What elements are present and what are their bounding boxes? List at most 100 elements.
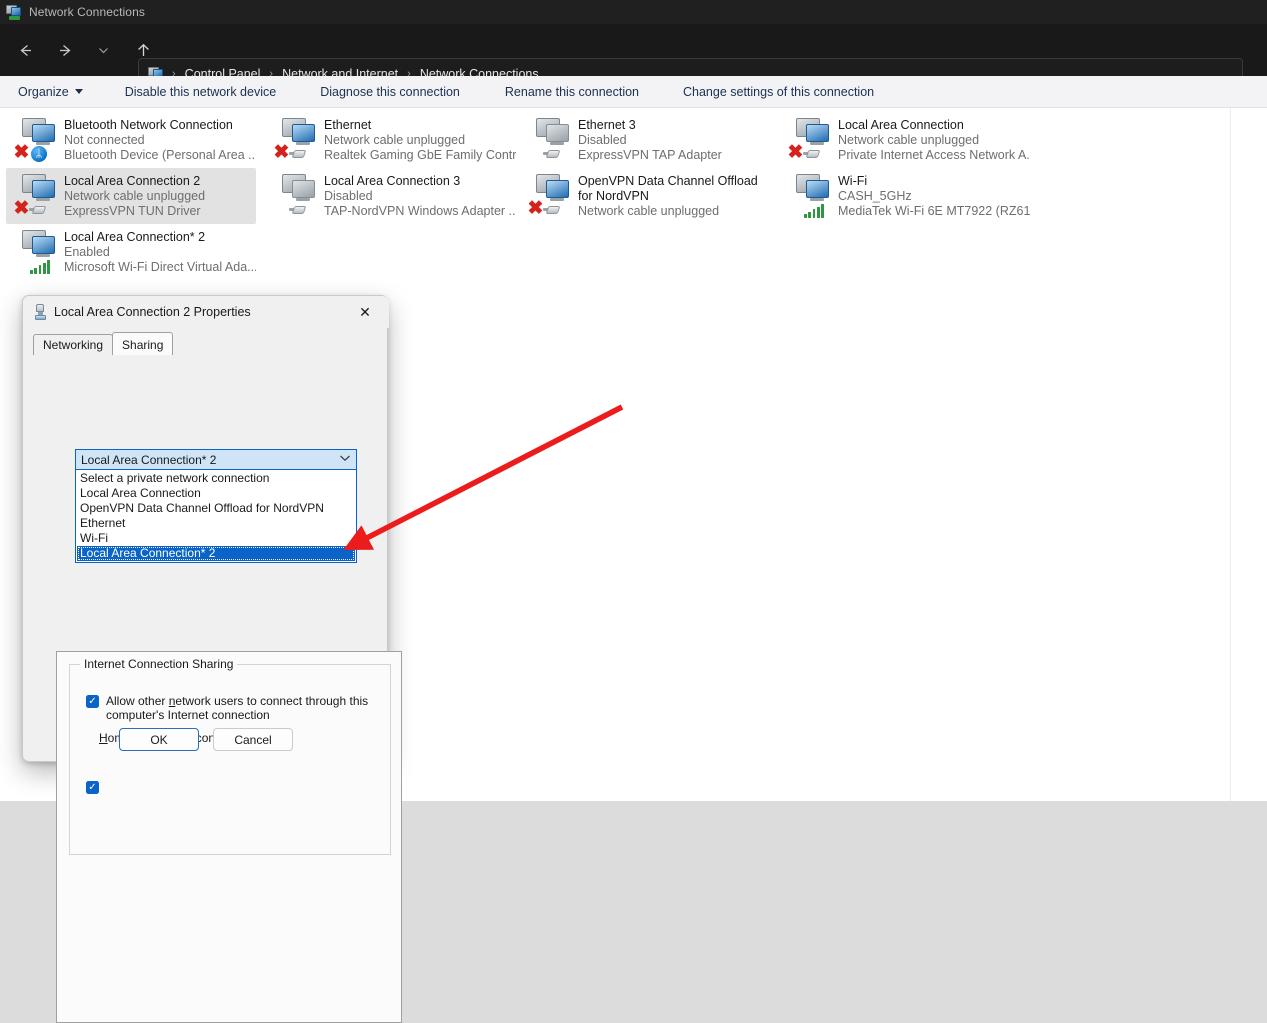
connection-device: ExpressVPN TAP Adapter: [578, 148, 722, 162]
connection-text: Ethernet Network cable unplugged Realtek G…: [324, 116, 516, 163]
tab-sharing[interactable]: Sharing: [112, 332, 174, 355]
chevron-down-icon[interactable]: [334, 454, 356, 465]
connection-name: Ethernet 3: [578, 118, 636, 132]
monitor-pair-icon: ✖: [526, 172, 578, 220]
caret-down-icon: [74, 89, 83, 94]
monitor-pair-icon: [786, 172, 838, 220]
rename-connection-button[interactable]: Rename this connection: [495, 81, 649, 103]
error-x-icon: ✖: [273, 142, 290, 163]
dialog-tabs: Networking Sharing: [33, 332, 174, 355]
connection-device: TAP-NordVPN Windows Adapter ...: [324, 204, 516, 218]
connection-text: Local Area Connection 3 Disabled TAP-NordV…: [324, 172, 516, 219]
connection-device: MediaTek Wi-Fi 6E MT7922 (RZ61...: [838, 204, 1030, 218]
dropdown-option[interactable]: Local Area Connection: [77, 486, 355, 501]
allow-other-users-checkbox[interactable]: ✓: [86, 695, 99, 708]
list-divider: [1230, 108, 1231, 801]
connection-device: Bluetooth Device (Personal Area ...: [64, 148, 256, 162]
connection-device: Microsoft Wi-Fi Direct Virtual Ada...: [64, 260, 256, 274]
command-toolbar: Organize Disable this network device Dia…: [0, 76, 1267, 108]
connection-item[interactable]: Wi-Fi CASH_5GHz MediaTek Wi-Fi 6E MT7922 (…: [780, 168, 1030, 224]
error-x-icon: ✖: [13, 198, 30, 219]
address-bar: › Control Panel › Network and Internet ›…: [0, 24, 1267, 90]
error-x-icon: ✖: [527, 198, 544, 219]
monitor-pair-icon: [12, 228, 64, 276]
connection-item[interactable]: Local Area Connection 3 Disabled TAP-NordV…: [266, 168, 516, 224]
monitor-pair-icon: ✖: [272, 116, 324, 164]
dropdown-option[interactable]: Wi-Fi: [77, 531, 355, 546]
secondary-checkbox[interactable]: ✓: [86, 781, 99, 794]
dropdown-option[interactable]: Ethernet: [77, 516, 355, 531]
connection-name: OpenVPN Data Channel Offload for NordVPN: [578, 174, 758, 203]
cancel-button[interactable]: Cancel: [213, 728, 293, 751]
ok-button[interactable]: OK: [119, 728, 199, 751]
combobox-value: Local Area Connection* 2: [81, 452, 217, 467]
connection-name: Local Area Connection 2: [64, 174, 201, 188]
monitor-pair-icon: ✖ ᛦ: [12, 116, 64, 164]
combobox-dropdown-list[interactable]: Select a private network connection Local…: [75, 470, 357, 563]
allow-other-users-label: Allow other network users to connect thr…: [106, 694, 369, 722]
tab-networking[interactable]: Networking: [33, 334, 114, 355]
connection-device: Private Internet Access Network A...: [838, 148, 1030, 162]
connection-name: Wi-Fi: [838, 174, 868, 188]
network-cable-icon: [543, 205, 563, 217]
network-cable-icon: [29, 205, 49, 217]
connection-text: Local Area Connection Network cable unplu…: [838, 116, 1030, 163]
dropdown-option[interactable]: Select a private network connection: [77, 471, 355, 486]
change-settings-button[interactable]: Change settings of this connection: [673, 81, 884, 103]
disable-network-device-button[interactable]: Disable this network device: [115, 81, 286, 103]
monitor-pair-icon: [272, 172, 324, 220]
monitor-pair-icon: ✖: [12, 172, 64, 220]
connection-item[interactable]: ✖ Ethernet Network cable unplugged Realtek …: [266, 112, 516, 168]
connection-device: Realtek Gaming GbE Family Contr...: [324, 148, 516, 162]
monitor-pair-icon: ✖: [786, 116, 838, 164]
connection-text: OpenVPN Data Channel Offload for NordVPN…: [578, 172, 770, 219]
connection-item[interactable]: ✖ Local Area Connection 2 Network cable un…: [6, 168, 256, 224]
connection-name: Bluetooth Network Connection: [64, 118, 233, 132]
secondary-checkbox-row[interactable]: ✓: [86, 780, 99, 794]
connection-item[interactable]: Ethernet 3 Disabled ExpressVPN TAP Adapter: [520, 112, 770, 168]
network-cable-icon: [803, 149, 823, 161]
connection-status: Network cable unplugged: [838, 133, 980, 147]
window-title-bar: Network Connections: [0, 0, 1267, 24]
close-icon[interactable]: ✕: [343, 296, 387, 328]
dialog-title-bar: Local Area Connection 2 Properties: [23, 296, 389, 328]
organize-label: Organize: [18, 84, 69, 99]
connection-status: Network cable unplugged: [578, 204, 720, 218]
dropdown-option[interactable]: OpenVPN Data Channel Offload for NordVPN: [77, 501, 355, 516]
home-networking-connection-combobox[interactable]: Local Area Connection* 2: [75, 449, 357, 470]
connection-text: Ethernet 3 Disabled ExpressVPN TAP Adapter: [578, 116, 722, 163]
connection-status: Disabled: [578, 133, 627, 147]
diagnose-connection-button[interactable]: Diagnose this connection: [310, 81, 470, 103]
connection-item[interactable]: ✖ OpenVPN Data Channel Offload for NordVP…: [520, 168, 770, 224]
connection-text: Local Area Connection* 2 Enabled Microsoft…: [64, 228, 256, 275]
network-connections-icon: [6, 4, 22, 20]
connection-name: Ethernet: [324, 118, 372, 132]
connection-name: Local Area Connection 3: [324, 174, 461, 188]
group-title: Internet Connection Sharing: [80, 657, 238, 671]
connection-item[interactable]: ✖ ᛦ Bluetooth Network Connection Not connec…: [6, 112, 256, 168]
monitor-pair-icon: [526, 116, 578, 164]
error-x-icon: ✖: [787, 142, 804, 163]
connection-device: ExpressVPN TUN Driver: [64, 204, 201, 218]
connection-name: Local Area Connection: [838, 118, 964, 132]
connection-text: Local Area Connection 2 Network cable unp…: [64, 172, 205, 219]
connection-status: Network cable unplugged: [64, 189, 206, 203]
network-cable-icon: [543, 149, 563, 161]
back-button[interactable]: [8, 35, 42, 65]
connection-item[interactable]: ✖ Local Area Connection Network cable unpl…: [780, 112, 1030, 168]
organize-button[interactable]: Organize: [8, 81, 93, 103]
connection-status: Not connected: [64, 133, 145, 147]
bluetooth-icon: ᛦ: [31, 146, 47, 162]
allow-other-users-checkbox-row[interactable]: ✓ Allow other network users to connect t…: [86, 694, 378, 722]
internet-connection-sharing-group: Internet Connection Sharing ✓ Allow othe…: [69, 657, 391, 855]
dialog-buttons: OK Cancel: [23, 728, 389, 751]
error-x-icon: ✖: [13, 142, 30, 163]
dropdown-option[interactable]: Local Area Connection* 2: [77, 546, 355, 561]
connection-status: Enabled: [64, 245, 110, 259]
forward-button[interactable]: [48, 35, 82, 65]
window-title: Network Connections: [29, 5, 145, 19]
network-cable-icon: [289, 205, 309, 217]
connection-item[interactable]: Local Area Connection* 2 Enabled Microsoft…: [6, 224, 256, 280]
sharing-tab-panel: Internet Connection Sharing ✓ Allow othe…: [56, 651, 402, 1023]
recent-locations-button[interactable]: [86, 35, 120, 65]
